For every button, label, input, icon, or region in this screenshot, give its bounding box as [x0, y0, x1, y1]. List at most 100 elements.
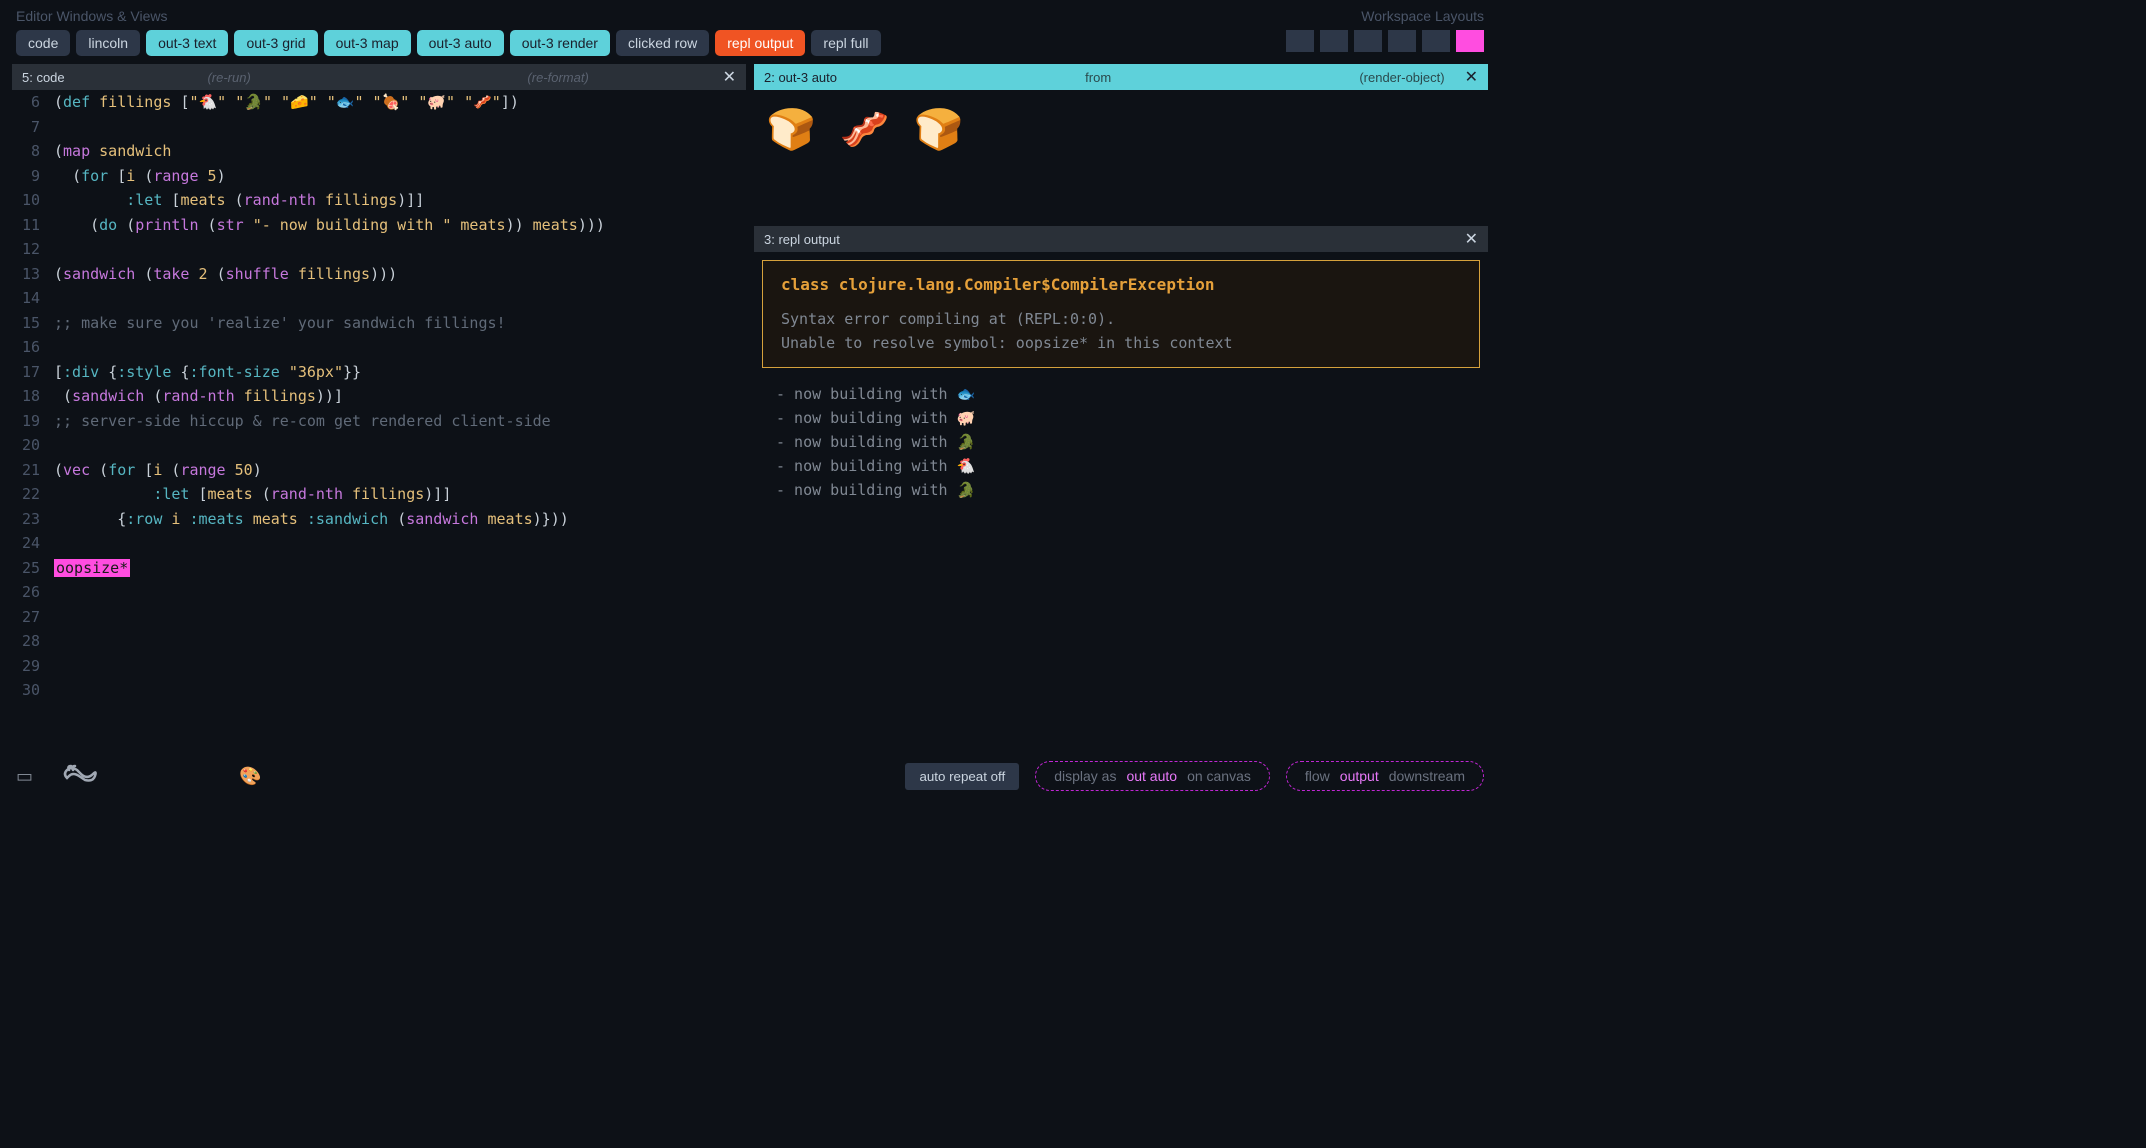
code-line[interactable]: 10 :let [meats (rand-nth fillings)]] [12, 188, 746, 213]
line-content[interactable]: [:div {:style {:font-size "36px"}} [54, 360, 746, 385]
code-line[interactable]: 24 [12, 531, 746, 556]
code-line[interactable]: 27 [12, 605, 746, 630]
bunny-icon[interactable] [61, 760, 101, 792]
line-content[interactable]: (vec (for [i (range 50) [54, 458, 746, 483]
close-icon[interactable]: ✕ [723, 67, 736, 87]
repl-pane-header: 3: repl output ✕ [754, 226, 1488, 252]
line-content[interactable]: (def fillings ["🐔" "🐊" "🧀" "🐟" "🍖" "🐖" "… [54, 90, 746, 115]
code-line[interactable]: 18 (sandwich (rand-nth fillings))] [12, 384, 746, 409]
line-content[interactable] [54, 433, 746, 458]
tab-lincoln[interactable]: lincoln [76, 30, 140, 56]
code-line[interactable]: 30 [12, 678, 746, 703]
line-content[interactable] [54, 580, 746, 605]
code-line[interactable]: 25oopsize* [12, 556, 746, 581]
rendered-sandwich: 🍞 🥓 🍞 [766, 106, 1476, 153]
code-line[interactable]: 14 [12, 286, 746, 311]
code-line[interactable]: 23 {:row i :meats meats :sandwich (sandw… [12, 507, 746, 532]
code-line[interactable]: 11 (do (println (str "- now building wit… [12, 213, 746, 238]
code-line[interactable]: 22 :let [meats (rand-nth fillings)]] [12, 482, 746, 507]
flow-mode-pill[interactable]: flow output downstream [1286, 761, 1484, 791]
tab-repl-output[interactable]: repl output [715, 30, 805, 56]
code-line[interactable]: 19;; server-side hiccup & re-com get ren… [12, 409, 746, 434]
code-line[interactable]: 6(def fillings ["🐔" "🐊" "🧀" "🐟" "🍖" "🐖" … [12, 90, 746, 115]
line-content[interactable]: oopsize* [54, 556, 746, 581]
panel-icon[interactable]: ▭ [16, 766, 33, 787]
code-pane-rerun[interactable]: (re-run) [65, 70, 394, 85]
line-content[interactable]: :let [meats (rand-nth fillings)]] [54, 188, 746, 213]
code-line[interactable]: 16 [12, 335, 746, 360]
main-area: 5: code (re-run) (re-format) ✕ 6(def fil… [0, 60, 1500, 752]
top-right: Workspace Layouts [1286, 8, 1484, 52]
tab-out-3-render[interactable]: out-3 render [510, 30, 610, 56]
pill-label: on canvas [1187, 768, 1251, 784]
line-content[interactable]: ;; server-side hiccup & re-com get rende… [54, 409, 746, 434]
line-number: 17 [12, 360, 54, 385]
line-content[interactable] [54, 335, 746, 360]
tab-out-3-grid[interactable]: out-3 grid [234, 30, 317, 56]
line-content[interactable] [54, 678, 746, 703]
line-content[interactable] [54, 654, 746, 679]
line-content[interactable]: (sandwich (take 2 (shuffle fillings))) [54, 262, 746, 287]
layout-single-icon[interactable] [1286, 30, 1314, 52]
code-line[interactable]: 7 [12, 115, 746, 140]
code-editor[interactable]: 6(def fillings ["🐔" "🐊" "🧀" "🐟" "🍖" "🐖" … [12, 90, 746, 748]
line-content[interactable] [54, 115, 746, 140]
code-line[interactable]: 29 [12, 654, 746, 679]
code-line[interactable]: 17[:div {:style {:font-size "36px"}} [12, 360, 746, 385]
line-number: 30 [12, 678, 54, 703]
repl-pane-title: 3: repl output [764, 232, 840, 247]
code-pane-reformat[interactable]: (re-format) [394, 70, 723, 85]
tab-out-3-text[interactable]: out-3 text [146, 30, 228, 56]
line-number: 22 [12, 482, 54, 507]
line-content[interactable]: ;; make sure you 'realize' your sandwich… [54, 311, 746, 336]
line-content[interactable]: {:row i :meats meats :sandwich (sandwich… [54, 507, 746, 532]
line-number: 15 [12, 311, 54, 336]
auto-repeat-button[interactable]: auto repeat off [905, 763, 1019, 790]
tab-out-3-auto[interactable]: out-3 auto [417, 30, 504, 56]
line-number: 18 [12, 384, 54, 409]
line-content[interactable]: (map sandwich [54, 139, 746, 164]
bottom-bar: ▭ 🎨 auto repeat off display as out auto … [0, 752, 1500, 802]
tab-code[interactable]: code [16, 30, 70, 56]
code-pane-header: 5: code (re-run) (re-format) ✕ [12, 64, 746, 90]
line-content[interactable] [54, 629, 746, 654]
line-number: 10 [12, 188, 54, 213]
code-line[interactable]: 15;; make sure you 'realize' your sandwi… [12, 311, 746, 336]
layout-vsplit-icon[interactable] [1320, 30, 1348, 52]
line-content[interactable]: (sandwich (rand-nth fillings))] [54, 384, 746, 409]
code-line[interactable]: 20 [12, 433, 746, 458]
layout-active-icon[interactable] [1456, 30, 1484, 52]
layout-3col-icon[interactable] [1422, 30, 1450, 52]
layout-hsplit-icon[interactable] [1354, 30, 1382, 52]
top-bar: Editor Windows & Views codelincolnout-3 … [0, 0, 1500, 60]
code-line[interactable]: 28 [12, 629, 746, 654]
line-content[interactable]: (do (println (str "- now building with "… [54, 213, 746, 238]
render-pane-header: 2: out-3 auto from (render-object) ✕ [754, 64, 1488, 90]
tab-clicked-row[interactable]: clicked row [616, 30, 709, 56]
line-content[interactable] [54, 531, 746, 556]
line-content[interactable] [54, 286, 746, 311]
code-line[interactable]: 13(sandwich (take 2 (shuffle fillings))) [12, 262, 746, 287]
tab-out-3-map[interactable]: out-3 map [324, 30, 411, 56]
display-mode-pill[interactable]: display as out auto on canvas [1035, 761, 1270, 791]
code-line[interactable]: 8(map sandwich [12, 139, 746, 164]
line-content[interactable] [54, 605, 746, 630]
code-line[interactable]: 21(vec (for [i (range 50) [12, 458, 746, 483]
line-number: 7 [12, 115, 54, 140]
close-icon[interactable]: ✕ [1465, 67, 1478, 87]
code-line[interactable]: 26 [12, 580, 746, 605]
pill-value: out auto [1126, 768, 1177, 784]
line-number: 21 [12, 458, 54, 483]
line-content[interactable]: (for [i (range 5) [54, 164, 746, 189]
editor-section-title: Editor Windows & Views [16, 8, 1286, 24]
close-icon[interactable]: ✕ [1465, 229, 1478, 249]
line-number: 20 [12, 433, 54, 458]
bottom-left: ▭ 🎨 [16, 760, 261, 792]
code-line[interactable]: 9 (for [i (range 5) [12, 164, 746, 189]
line-content[interactable] [54, 237, 746, 262]
tab-repl-full[interactable]: repl full [811, 30, 880, 56]
layout-grid-icon[interactable] [1388, 30, 1416, 52]
palette-icon[interactable]: 🎨 [239, 766, 261, 787]
line-content[interactable]: :let [meats (rand-nth fillings)]] [54, 482, 746, 507]
code-line[interactable]: 12 [12, 237, 746, 262]
